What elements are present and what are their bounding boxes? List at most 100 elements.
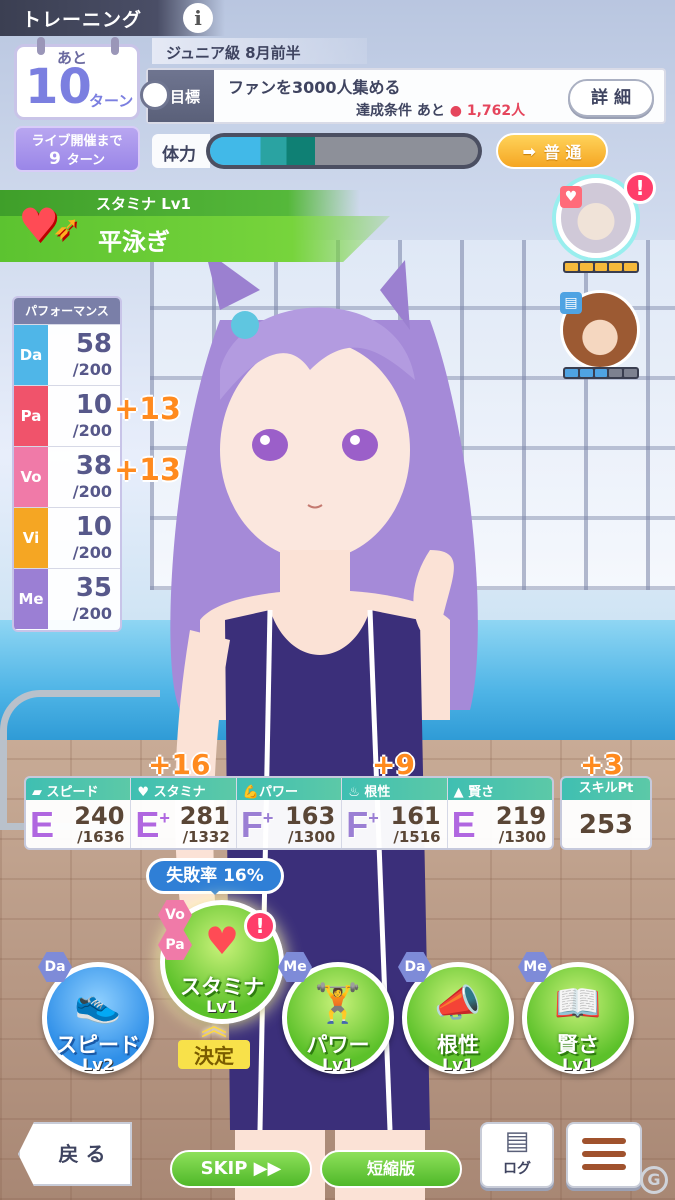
exclamation-icon: ! — [244, 910, 276, 942]
shoe-badge-icon: ▤ — [560, 292, 582, 314]
goal-text: ファンを3000人集める — [228, 78, 401, 97]
live-value: 9 ターン — [48, 149, 106, 169]
perf-value: 10 — [75, 390, 112, 420]
mood-button[interactable]: ➡ 普 通 — [496, 133, 608, 169]
back-button[interactable]: 戻 る — [18, 1122, 132, 1186]
decide-indicator[interactable]: ︽ 決定 — [178, 1012, 250, 1078]
perf-max: /200 — [72, 360, 112, 379]
goal-refresh-icon — [140, 80, 170, 110]
stat-max: /1516 — [393, 828, 441, 846]
perf-value: 10 — [75, 512, 112, 542]
perf-row-me: Me 35 /200 — [14, 568, 120, 629]
perf-tag: Me — [14, 569, 48, 629]
menu-line — [582, 1151, 626, 1157]
failure-rate-badge: 失敗率 16% — [146, 858, 284, 895]
document-icon: ▤ — [504, 1126, 530, 1156]
sneakers-icon: 👟 — [74, 981, 122, 1025]
decide-label: 決定 — [178, 1040, 250, 1069]
skip-button[interactable]: SKIP ▶▶ — [170, 1150, 312, 1188]
stamina-heart-icon: ♥ ➶ — [18, 198, 81, 252]
perf-row-vo: Vo 38 /200 — [14, 446, 120, 507]
live-label: ライブ開催まで — [31, 134, 123, 149]
perf-bonus-vo: +13 — [114, 453, 181, 488]
perf-tag: Vo — [14, 447, 48, 507]
stat-max: /1300 — [287, 828, 336, 846]
grad-cap-icon: ▲ — [453, 785, 469, 800]
stat-rank: F+ — [346, 804, 379, 845]
stat-value: 281 — [179, 802, 230, 830]
menu-line — [582, 1164, 626, 1170]
stat-rank: E+ — [135, 804, 170, 845]
mood-label: 普 通 — [543, 143, 582, 162]
arrow-right-icon: ➡ — [522, 141, 536, 161]
perf-max: /200 — [72, 421, 112, 440]
exclamation-icon: ! — [624, 172, 656, 204]
live-countdown: ライブ開催まで 9 ターン — [14, 126, 140, 172]
perf-tag: Vi — [14, 508, 48, 568]
performance-title: パフォーマンス — [14, 298, 120, 324]
stamina-fill — [210, 137, 315, 165]
stat-value: 163 — [285, 802, 336, 830]
info-icon[interactable]: i — [183, 3, 213, 33]
period-label: ジュニア級 8月前半 — [152, 38, 367, 64]
stat-speed: ▰ スピード E 240 /1636 — [26, 778, 132, 848]
menu-line — [582, 1138, 626, 1144]
chevron-up-icon: ︽ — [200, 1012, 227, 1042]
stat-max: /1332 — [182, 828, 230, 846]
skill-label: スキルPt — [562, 778, 650, 800]
stat-max: /1300 — [498, 828, 547, 846]
stamina-label: 体力 — [152, 134, 210, 168]
turn-value: 10 — [25, 59, 92, 115]
perf-row-pa: Pa 10 /200 — [14, 385, 120, 446]
stat-value: 219 — [495, 802, 547, 830]
perf-tag: Da — [14, 325, 48, 385]
log-label: ログ — [503, 1161, 531, 1177]
heart-badge-icon: ♥ — [560, 186, 582, 208]
perf-row-vi: Vi 10 /200 — [14, 507, 120, 568]
flame-icon: ♨ — [348, 785, 365, 800]
stat-power: 💪パワー F+ 163 /1300 — [236, 778, 343, 848]
calendar-ring-icon — [111, 37, 119, 55]
perf-bonus-pa: +13 — [114, 392, 181, 427]
perf-value: 58 — [75, 329, 112, 359]
turn-suffix: ターン — [89, 92, 134, 110]
stat-guts: ♨ 根性 F+ 161 /1516 — [342, 778, 448, 848]
log-button[interactable]: ▤ ログ — [480, 1122, 554, 1188]
watermark-logo: G — [640, 1166, 668, 1194]
performance-panel: パフォーマンス Da 58 /200 Pa 10 /200 Vo 38 /200… — [12, 296, 122, 632]
stat-wisdom: ▲ 賢さ E 219 /1300 — [447, 778, 552, 848]
perf-value: 35 — [75, 573, 112, 603]
heart-icon: ♥ — [137, 785, 154, 800]
megaphone-icon: 📣 — [434, 981, 482, 1025]
dumbbell-icon: 🏋 — [314, 981, 362, 1025]
stat-max: /1636 — [77, 828, 125, 846]
menu-button[interactable] — [566, 1122, 642, 1188]
stats-bar: ▰ スピード E 240 /1636 ♥ スタミナ E+ 281 /1332 💪… — [24, 776, 554, 850]
skill-points: スキルPt 253 — [560, 776, 652, 850]
short-version-button[interactable]: 短縮版 — [320, 1150, 462, 1188]
stat-stamina: ♥ スタミナ E+ 281 /1332 — [131, 778, 237, 848]
page-title: トレーニング — [22, 8, 143, 31]
goal-condition: 達成条件 あと ● 1,762人 — [356, 103, 526, 119]
muscle-icon: 💪 — [242, 785, 259, 800]
perf-max: /200 — [72, 482, 112, 501]
support-bond-bar-2 — [563, 367, 639, 379]
stat-rank: E — [451, 804, 476, 845]
stat-value: 161 — [390, 802, 441, 830]
shoe-icon: ▰ — [32, 785, 47, 800]
stat-rank: F+ — [240, 804, 274, 845]
perf-row-da: Da 58 /200 — [14, 324, 120, 385]
perf-max: /200 — [72, 604, 112, 623]
perf-max: /200 — [72, 543, 112, 562]
person-icon: ● — [449, 103, 462, 119]
stamina-bar — [206, 133, 482, 169]
skill-value: 253 — [578, 810, 634, 840]
stat-rank: E — [30, 804, 55, 845]
turn-counter: あと 10 ターン — [14, 37, 140, 120]
goal-detail-button[interactable]: 詳 細 — [568, 79, 654, 117]
calendar-ring-icon — [37, 37, 45, 55]
stat-value: 240 — [74, 802, 125, 830]
book-icon: 📖 — [554, 981, 602, 1025]
perf-value: 38 — [75, 451, 112, 481]
support-bond-bar-1 — [563, 261, 639, 273]
